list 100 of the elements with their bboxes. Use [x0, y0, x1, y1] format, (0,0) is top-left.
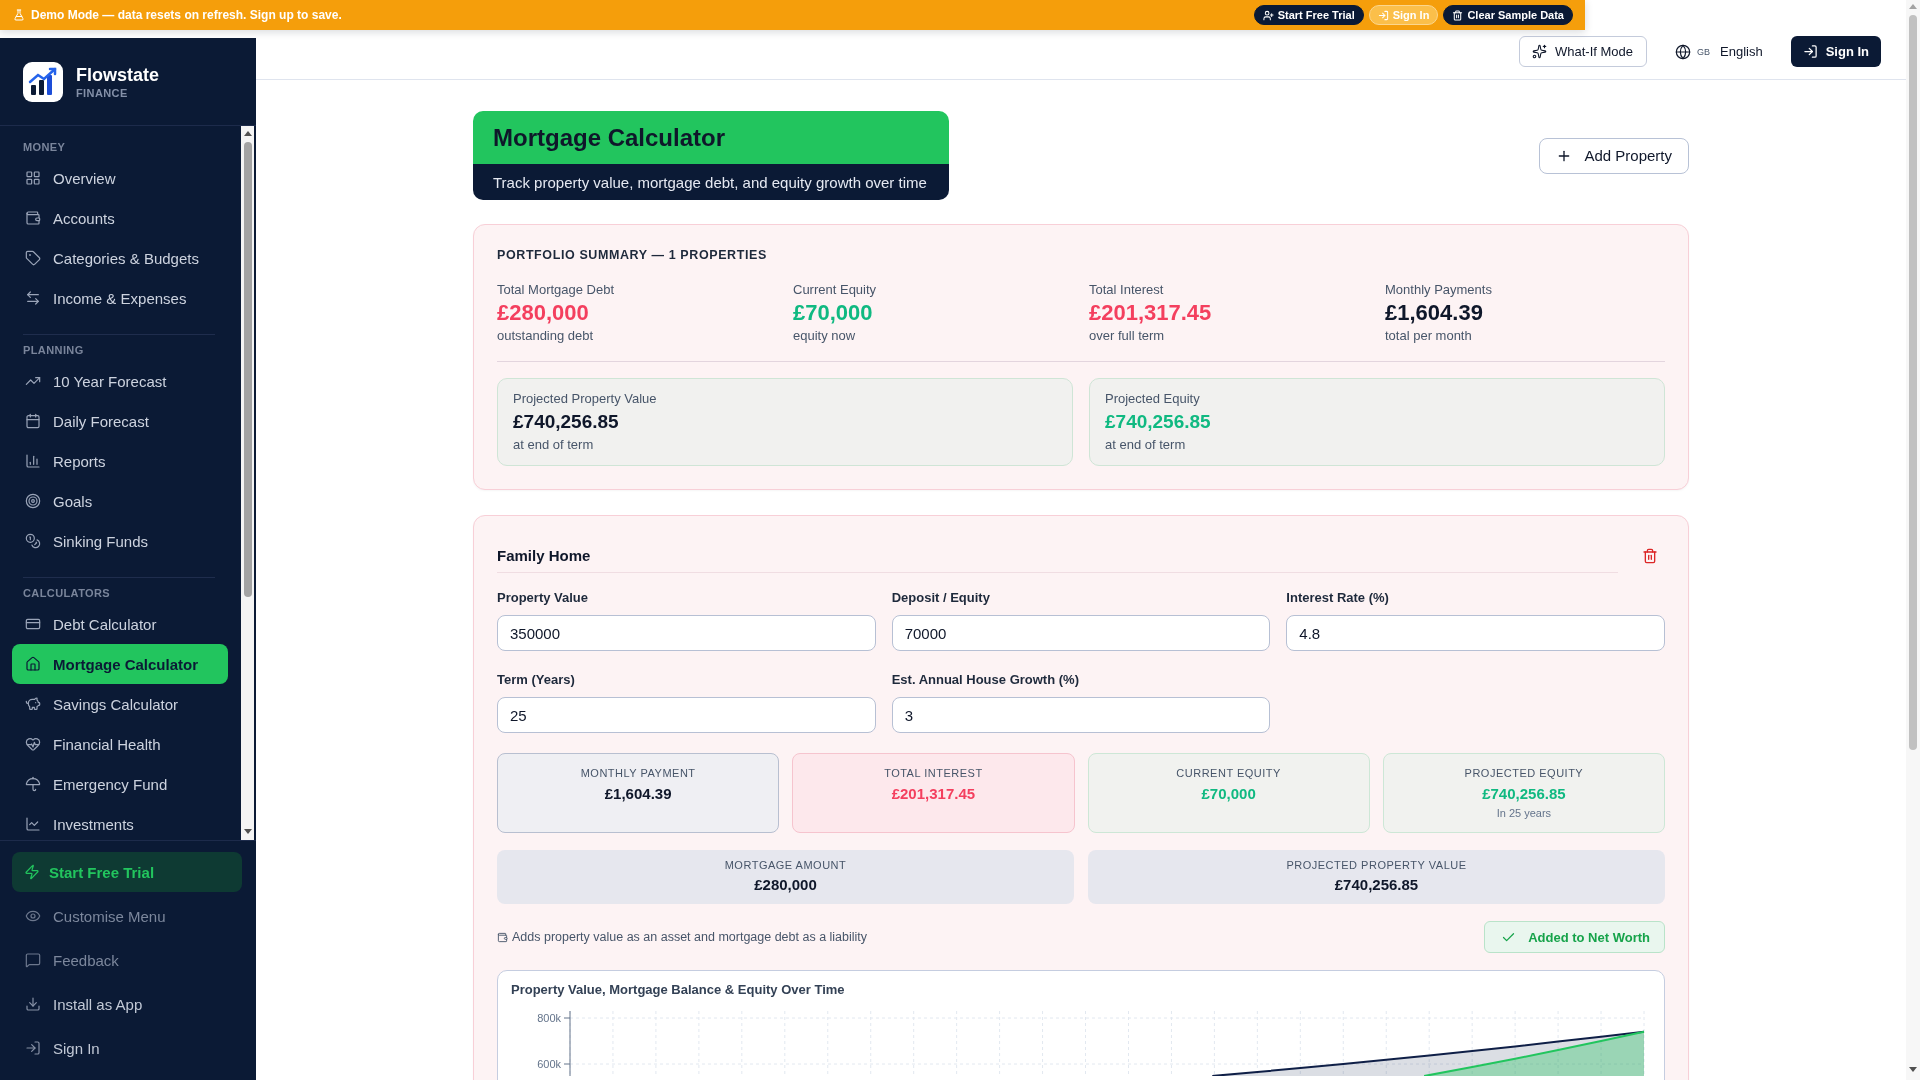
brand-name: Flowstate: [76, 63, 159, 86]
sidebar-item[interactable]: Investments: [12, 804, 228, 840]
input-field[interactable]: 350000: [497, 615, 876, 651]
tile-value: £201,317.45: [891, 784, 976, 804]
input-field[interactable]: 25: [497, 697, 876, 733]
delete-icon[interactable]: [1641, 548, 1658, 564]
field-label: Term (Years): [497, 671, 576, 689]
sidebar-item[interactable]: Overview: [12, 158, 228, 198]
sidebar-item[interactable]: Reports: [12, 441, 228, 481]
field-label: Est. Annual House Growth (%): [891, 671, 1080, 689]
trash-icon: [1452, 9, 1464, 21]
tag-icon: [25, 250, 41, 266]
projection-label: Projected Property Value: [513, 390, 658, 408]
wallet-icon: [25, 210, 41, 226]
login-icon: [1802, 44, 1818, 59]
section-label: CALCULATORS: [22, 586, 112, 600]
tile-label: TOTAL INTEREST: [884, 766, 983, 780]
what-if-button[interactable]: What-If Mode: [1518, 36, 1647, 67]
tile-value: £70,000: [1201, 784, 1256, 804]
sidebar-item[interactable]: 10 Year Forecast: [12, 361, 228, 401]
stat-note: over full term: [1089, 327, 1166, 345]
tile-label: MONTHLY PAYMENT: [580, 766, 696, 780]
bar-chart-icon: [25, 453, 41, 469]
input-field[interactable]: 70000: [891, 615, 1271, 651]
input-field[interactable]: 4.8: [1286, 615, 1665, 651]
stat-value: £1,604.39: [1385, 299, 1484, 327]
tile-note: In 25 years: [1496, 806, 1552, 820]
sidebar-item[interactable]: Savings Calculator: [12, 684, 228, 724]
stat-note: equity now: [793, 327, 857, 345]
grid-icon: [25, 170, 41, 186]
scroll-down-icon[interactable]: [243, 829, 252, 834]
property-name-field[interactable]: Family Home: [497, 539, 1618, 573]
sidebar-item[interactable]: Sinking Funds: [12, 521, 228, 561]
section-label: PLANNING: [22, 343, 85, 357]
piggy-bank-icon: [25, 696, 41, 712]
language-button[interactable]: GB English: [1675, 36, 1763, 67]
input-field[interactable]: 3: [891, 697, 1271, 733]
stat-note: total per month: [1385, 327, 1473, 345]
stat-note: outstanding debt: [497, 327, 595, 345]
sidebar-item[interactable]: Customise Menu: [12, 894, 242, 938]
download-icon: [25, 996, 41, 1012]
projection-value: £740,256.85: [513, 410, 620, 434]
page-title: Mortgage Calculator: [473, 111, 949, 164]
tile-value: £1,604.39: [604, 784, 672, 804]
stat-label: Current Equity: [793, 281, 878, 299]
login-icon: [1377, 9, 1389, 21]
coins-icon: [25, 533, 41, 549]
sidebar-item[interactable]: Accounts: [12, 198, 228, 238]
sparkles-icon: [1531, 44, 1547, 59]
sidebar-item[interactable]: Feedback: [12, 938, 242, 982]
tile-label: MORTGAGE AMOUNT: [724, 858, 847, 872]
stat-value: £280,000: [497, 299, 590, 327]
logo-icon: [23, 61, 63, 102]
sidebar-item[interactable]: Emergency Fund: [12, 764, 228, 804]
scroll-down-icon[interactable]: [1909, 1067, 1917, 1072]
tile-value: £740,256.85: [1334, 875, 1419, 895]
projection-note: at end of term: [1105, 436, 1187, 454]
brand-tagline: FINANCE: [76, 85, 129, 100]
sidebar-item[interactable]: Install as App: [12, 982, 242, 1026]
wallet-icon: [497, 931, 508, 943]
sidebar-item[interactable]: Daily Forecast: [12, 401, 228, 441]
section-label: MONEY: [22, 140, 67, 154]
axis-label: 800k: [537, 1012, 561, 1024]
add-property-button[interactable]: Add Property: [1539, 137, 1689, 174]
field-label: Deposit / Equity: [891, 589, 991, 607]
tile-label: PROJECTED PROPERTY VALUE: [1286, 858, 1467, 872]
projection-note: at end of term: [513, 436, 595, 454]
sidebar-item[interactable]: Debt Calculator: [12, 604, 228, 644]
lightning-icon: [24, 864, 40, 880]
banner-button[interactable]: Clear Sample Data: [1443, 5, 1573, 25]
sidebar-item[interactable]: Categories & Budgets: [12, 238, 228, 278]
user-plus-icon: [1262, 9, 1274, 21]
net-worth-note: Adds property value as an asset and mortgage debt as a liability: [512, 930, 868, 944]
scroll-up-icon[interactable]: [243, 131, 252, 136]
sign-in-button[interactable]: Sign In: [1790, 36, 1881, 67]
banner-button[interactable]: Start Free Trial: [1253, 5, 1364, 25]
tile-label: PROJECTED EQUITY: [1464, 766, 1584, 780]
stat-label: Monthly Payments: [1385, 281, 1493, 299]
sidebar-item[interactable]: Income & Expenses: [12, 278, 228, 318]
globe-icon: [1675, 43, 1691, 60]
speech-bubble-icon: [25, 952, 41, 968]
scrollbar-thumb[interactable]: [1909, 15, 1917, 750]
calendar-icon: [25, 413, 41, 429]
stat-value: £70,000: [793, 299, 874, 327]
chart-title: Property Value, Mortgage Balance & Equity Over Time: [510, 981, 846, 999]
sidebar-item[interactable]: Start Free Trial: [12, 852, 242, 892]
sidebar-item[interactable]: Sign In: [12, 1026, 242, 1070]
arrows-icon: [25, 290, 41, 306]
sidebar-item[interactable]: Mortgage Calculator: [12, 644, 228, 684]
sidebar-item[interactable]: Financial Health: [12, 724, 228, 764]
banner-message: Demo Mode — data resets on refresh. Sign up to save.: [31, 8, 342, 22]
projection-value: £740,256.85: [1105, 410, 1212, 434]
y-axis: [563, 1010, 571, 1076]
tile-value: £740,256.85: [1482, 784, 1566, 804]
field-label: Property Value: [497, 589, 590, 607]
scrollbar-thumb[interactable]: [243, 142, 252, 597]
target-icon: [25, 493, 41, 509]
sidebar-item[interactable]: Goals: [12, 481, 228, 521]
heart-pulse-icon: [25, 736, 41, 752]
umbrella-icon: [25, 776, 41, 792]
